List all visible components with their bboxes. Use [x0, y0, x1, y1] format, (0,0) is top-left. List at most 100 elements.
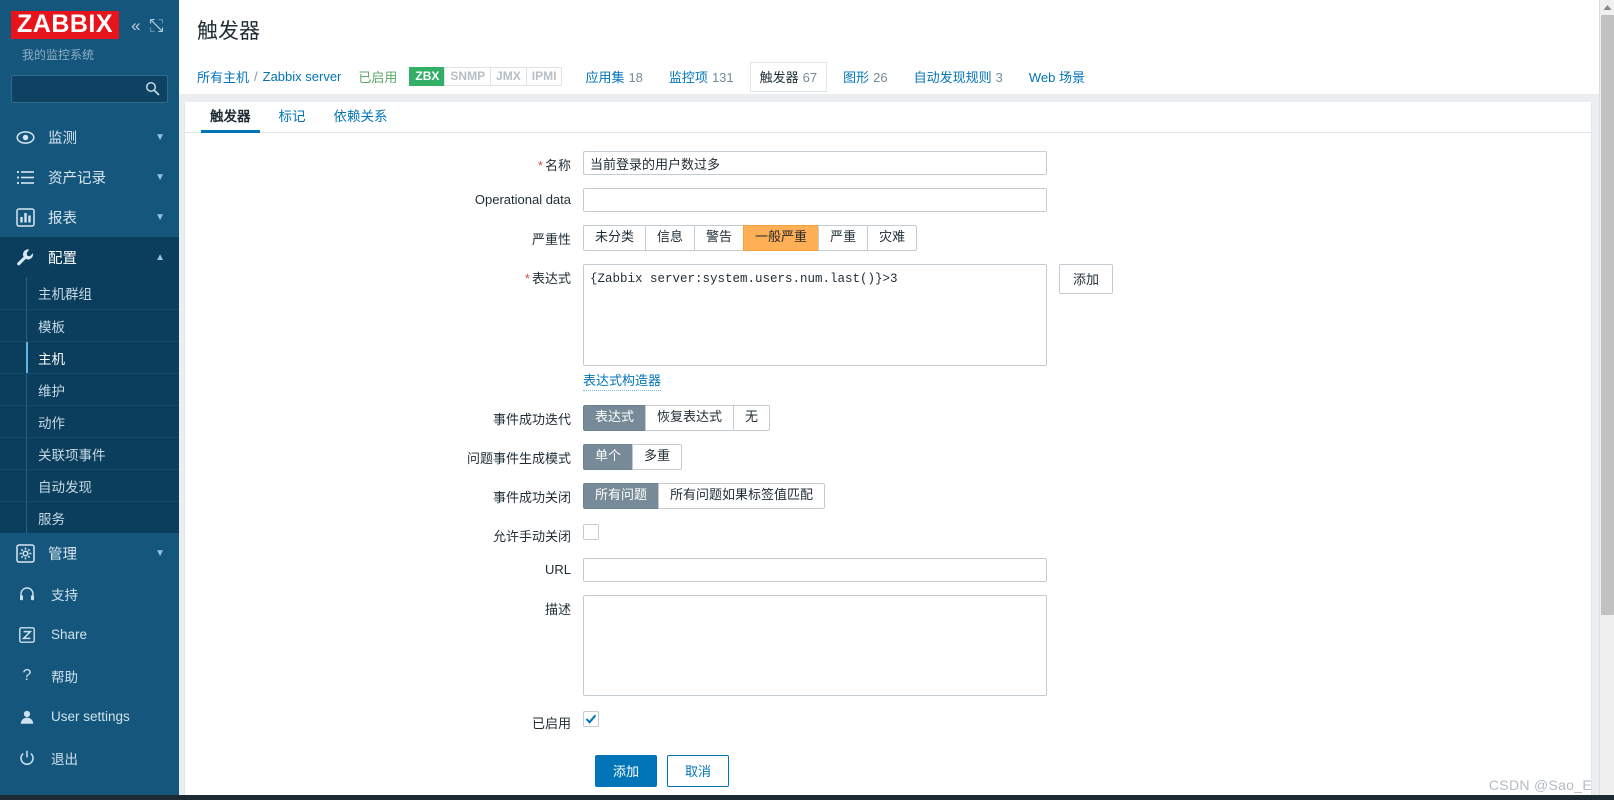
sidebar-item-user-settings[interactable]: User settings: [0, 696, 179, 737]
breadcrumb-host[interactable]: Zabbix server: [263, 69, 342, 84]
scrollbar-up-arrow[interactable]: [1600, 0, 1614, 15]
sidebar-item-maintenance[interactable]: 维护: [0, 373, 179, 405]
label-ok-event-closes: 事件成功关闭: [492, 489, 571, 505]
sidebar-item-event-correlation[interactable]: 关联项事件: [0, 437, 179, 469]
breadcrumb-separator: /: [254, 69, 258, 84]
expand-icon[interactable]: [149, 18, 163, 32]
control-problem-event-mode: 单个 多重: [583, 443, 683, 470]
sidebar-item-hosts[interactable]: 主机: [0, 341, 179, 373]
sidebar-subtitle: 我的监控系统: [22, 48, 95, 62]
required-marker: *: [524, 270, 530, 286]
chevron-double-left-icon[interactable]: «: [131, 17, 140, 34]
sidebar-item-label: 管理: [48, 546, 77, 563]
scrollbar-thumb[interactable]: [1601, 15, 1614, 615]
badge-ipmi[interactable]: IPMI: [525, 66, 563, 87]
chevron-up-icon: ▲: [155, 251, 165, 263]
row-operational-data: Operational data: [185, 188, 1591, 212]
interface-badges: ZBX SNMP JMX IPMI: [409, 66, 563, 87]
sidebar-item-discovery[interactable]: 自动发现: [0, 469, 179, 501]
sidebar-item-monitoring[interactable]: 监测 ▼: [0, 117, 179, 157]
sidebar-item-configuration[interactable]: 配置 ▲: [0, 237, 179, 277]
problem-event-mode-group: 单个 多重: [583, 443, 683, 470]
list-icon: [14, 168, 36, 187]
name-input[interactable]: [583, 151, 1047, 175]
sidebar-subitem-label: 关联项事件: [38, 447, 106, 463]
search-box[interactable]: [11, 75, 168, 103]
tab-web-scenarios[interactable]: Web 场景: [1020, 63, 1094, 91]
sidebar-item-administration[interactable]: 管理 ▼: [0, 533, 179, 573]
expression-textarea[interactable]: {Zabbix server:system.users.num.last()}>…: [583, 263, 1047, 366]
sidebar-lower-label: 退出: [51, 751, 78, 767]
row-allow-manual-close: 允许手动关闭: [185, 522, 1591, 545]
ok-event-option-none[interactable]: 无: [733, 404, 771, 431]
label-problem-event-mode: 问题事件生成模式: [466, 450, 571, 466]
severity-option-not-classified[interactable]: 未分类: [583, 225, 647, 251]
control-operational-data: [583, 188, 1047, 212]
enabled-checkbox[interactable]: [583, 710, 599, 727]
problem-event-option-single[interactable]: 单个: [583, 443, 634, 470]
tab-count: 3: [995, 69, 1003, 85]
ok-event-closes-option-all-problems[interactable]: 所有问题: [583, 482, 660, 509]
zabbix-logo[interactable]: ZABBIX: [11, 11, 120, 39]
chevron-down-icon: ▼: [155, 547, 165, 559]
eye-icon: [14, 128, 36, 147]
search-input[interactable]: [12, 76, 167, 102]
sidebar-item-reports[interactable]: 报表 ▼: [0, 197, 179, 237]
severity-option-high[interactable]: 严重: [818, 225, 869, 251]
search-icon[interactable]: [145, 81, 160, 99]
allow-manual-close-checkbox[interactable]: [583, 523, 599, 540]
sidebar-item-share[interactable]: Share: [0, 614, 179, 655]
ok-event-option-recovery-expression[interactable]: 恢复表达式: [645, 404, 735, 431]
sidebar-item-services[interactable]: 服务: [0, 501, 179, 533]
sidebar-item-templates[interactable]: 模板: [0, 309, 179, 341]
problem-event-option-multiple[interactable]: 多重: [632, 443, 683, 470]
vertical-scrollbar[interactable]: [1599, 0, 1614, 800]
sidebar-item-inventory[interactable]: 资产记录 ▼: [0, 157, 179, 197]
tab-triggers[interactable]: 触发器 67: [750, 62, 827, 91]
url-input[interactable]: [583, 557, 1047, 582]
sidebar-item-signout[interactable]: 退出: [0, 737, 179, 778]
tab-trigger[interactable]: 触发器: [201, 105, 260, 133]
submit-button[interactable]: 添加: [595, 754, 658, 787]
tab-discovery-rules[interactable]: 自动发现规则 3: [905, 63, 1012, 91]
sidebar-item-support[interactable]: 支持: [0, 573, 179, 614]
label-severity: 严重性: [531, 232, 571, 247]
row-description: 描述: [185, 594, 1591, 696]
tab-applications[interactable]: 应用集 18: [576, 63, 651, 91]
badge-snmp[interactable]: SNMP: [444, 66, 492, 87]
power-icon: [17, 750, 37, 766]
ok-event-closes-option-tag-match[interactable]: 所有问题如果标签值匹配: [658, 482, 826, 509]
trigger-form: *名称 Operational data 严重性: [185, 133, 1591, 800]
severity-option-warning[interactable]: 警告: [694, 225, 745, 251]
sidebar-item-help[interactable]: ? 帮助: [0, 655, 179, 696]
headset-icon: [17, 586, 37, 602]
logo-row: ZABBIX «: [11, 11, 179, 39]
severity-option-average[interactable]: 一般严重: [743, 225, 820, 251]
badge-zbx[interactable]: ZBX: [409, 66, 446, 87]
trigger-form-card: 触发器 标记 依赖关系 *名称 Operational data: [184, 102, 1592, 800]
operational-data-input[interactable]: [583, 188, 1047, 212]
ok-event-closes-group: 所有问题 所有问题如果标签值匹配: [583, 482, 826, 509]
tab-dependencies[interactable]: 依赖关系: [325, 105, 397, 132]
tab-items[interactable]: 监控项 131: [660, 63, 743, 91]
row-url: URL: [185, 557, 1591, 582]
host-status-enabled[interactable]: 已启用: [358, 67, 397, 86]
sidebar-item-host-groups[interactable]: 主机群组: [0, 277, 179, 309]
breadcrumb-all-hosts[interactable]: 所有主机: [197, 67, 249, 86]
sidebar-header-icons: «: [131, 17, 163, 34]
expression-constructor-link[interactable]: 表达式构造器: [583, 373, 662, 391]
description-textarea[interactable]: [583, 594, 1047, 696]
badge-jmx[interactable]: JMX: [490, 66, 527, 87]
severity-option-information[interactable]: 信息: [645, 225, 696, 251]
cancel-button[interactable]: 取消: [667, 754, 730, 787]
sidebar-nav: 监测 ▼ 资产记录 ▼ 报表 ▼ 配置 ▲ 主机群组 模板 主机 维护 动作 关…: [0, 117, 179, 573]
sidebar-item-label: 监测: [48, 130, 77, 147]
ok-event-option-expression[interactable]: 表达式: [583, 404, 647, 431]
expression-add-button[interactable]: 添加: [1059, 263, 1114, 294]
tab-tags[interactable]: 标记: [270, 105, 315, 132]
tab-count: 131: [711, 69, 734, 85]
control-ok-event-closes: 所有问题 所有问题如果标签值匹配: [583, 482, 826, 509]
sidebar-item-actions[interactable]: 动作: [0, 405, 179, 437]
severity-option-disaster[interactable]: 灾难: [867, 225, 918, 251]
tab-graphs[interactable]: 图形 26: [834, 63, 896, 91]
